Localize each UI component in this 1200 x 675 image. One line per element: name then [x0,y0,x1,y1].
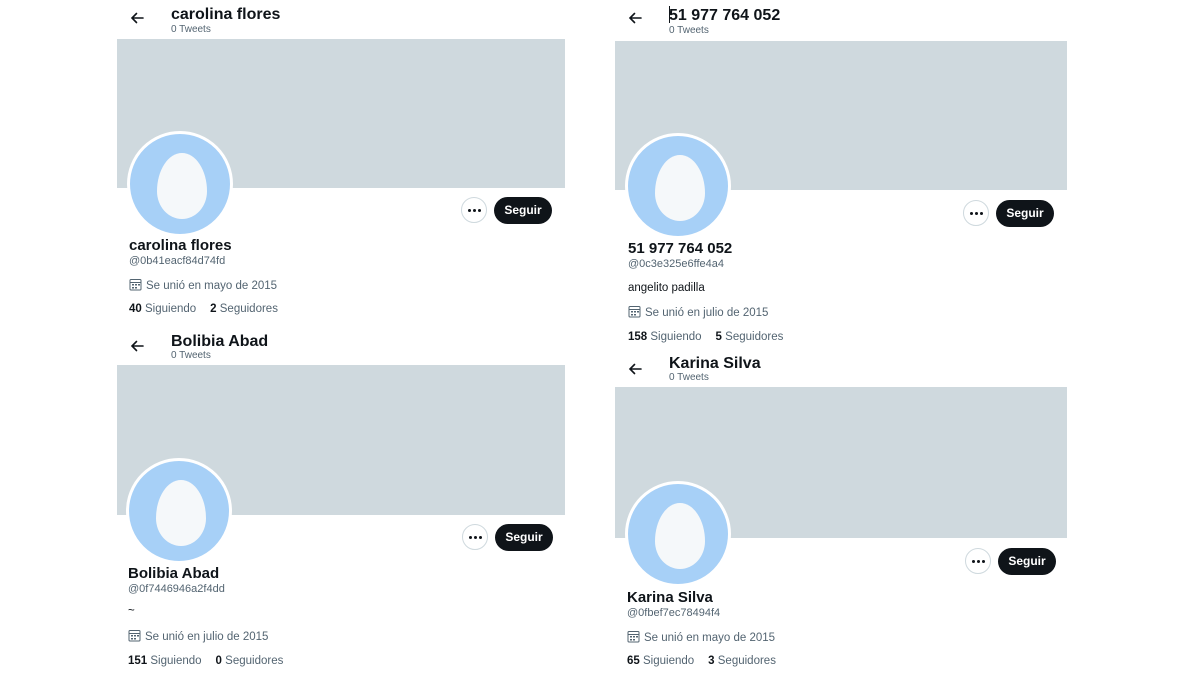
calendar-icon [129,279,142,291]
profile-joined-date: Se unió en mayo de 2015 [129,278,277,292]
more-options-button[interactable] [461,197,487,223]
profile-header-bar: Bolibia Abad 0 Tweets [117,327,565,367]
arrow-left-icon[interactable] [129,10,145,26]
follow-button[interactable]: Seguir [494,197,552,224]
following-label: Siguiendo [650,331,702,343]
following-count: 158 [628,331,648,343]
following-link[interactable]: 158 Siguiendo [628,331,702,343]
profile-stats: 151 Siguiendo 0 Seguidores [128,655,283,667]
followers-count: 0 [215,655,222,667]
avatar[interactable] [127,131,233,237]
more-horizontal-icon [982,560,985,563]
profile-joined-date: Se unió en mayo de 2015 [627,630,775,644]
more-horizontal-icon [970,212,973,215]
following-count: 65 [627,655,640,667]
followers-link[interactable]: 2 Seguidores [210,303,278,315]
followers-label: Seguidores [717,655,776,667]
following-count: 40 [129,303,142,315]
more-horizontal-icon [474,536,477,539]
followers-link[interactable]: 0 Seguidores [216,655,284,667]
avatar[interactable] [625,133,731,239]
followers-count: 2 [210,303,217,315]
profile-panel-carolina: carolina flores 0 Tweets Seguir carolina… [117,0,565,325]
default-egg-avatar-icon [157,153,207,219]
default-egg-avatar-icon [655,503,705,569]
followers-label: Seguidores [225,655,284,667]
arrow-left-icon[interactable] [627,361,643,377]
following-label: Siguiendo [145,303,197,315]
following-link[interactable]: 65 Siguiendo [627,655,694,667]
header-tweet-count: 0 Tweets [669,372,709,383]
followers-link[interactable]: 3 Seguidores [708,655,776,667]
calendar-icon [627,631,640,643]
profile-handle: @0c3e325e6ffe4a4 [628,258,724,270]
profile-stats: 158 Siguiendo 5 Seguidores [628,331,783,343]
joined-text: Se unió en mayo de 2015 [644,632,776,644]
calendar-icon [128,630,141,642]
profile-handle: @0b41eacf84d74fd [129,255,226,267]
profile-display-name: Karina Silva [627,589,713,606]
followers-label: Seguidores [219,303,278,315]
more-horizontal-icon [473,209,476,212]
joined-text: Se unió en julio de 2015 [145,631,269,643]
profile-stats: 40 Siguiendo 2 Seguidores [129,303,278,315]
profile-stats: 65 Siguiendo 3 Seguidores [627,655,776,667]
followers-label: Seguidores [725,331,784,343]
more-horizontal-icon [469,536,472,539]
header-tweet-count: 0 Tweets [669,25,709,36]
more-options-button[interactable] [965,548,991,574]
more-horizontal-icon [972,560,975,563]
profile-header-bar: 51 977 764 052 0 Tweets [615,0,1067,40]
profile-joined-date: Se unió en julio de 2015 [628,305,768,319]
header-tweet-count: 0 Tweets [171,24,211,35]
arrow-left-icon[interactable] [129,338,145,354]
follow-button[interactable]: Seguir [495,524,553,551]
following-link[interactable]: 40 Siguiendo [129,303,196,315]
profile-joined-date: Se unió en julio de 2015 [128,629,268,643]
more-options-button[interactable] [462,524,488,550]
followers-link[interactable]: 5 Seguidores [716,331,784,343]
header-display-name: Karina Silva [669,355,761,372]
profile-header-bar: carolina flores 0 Tweets [117,0,565,40]
joined-text: Se unió en julio de 2015 [645,307,769,319]
profile-panel-bolibia: Bolibia Abad 0 Tweets Seguir Bolibia Aba… [117,327,565,675]
more-horizontal-icon [468,209,471,212]
profile-display-name: 51 977 764 052 [628,240,733,257]
following-link[interactable]: 151 Siguiendo [128,655,202,667]
profile-panel-phone: 51 977 764 052 0 Tweets Seguir 51 977 76… [615,0,1067,350]
profile-bio: ~ [128,605,135,617]
follow-button[interactable]: Seguir [998,548,1056,575]
more-horizontal-icon [977,560,980,563]
calendar-icon [628,306,641,318]
more-options-button[interactable] [963,200,989,226]
header-display-name: 51 977 764 052 [669,7,781,24]
followers-count: 3 [708,655,715,667]
more-horizontal-icon [478,209,481,212]
arrow-left-icon[interactable] [627,10,643,26]
more-horizontal-icon [980,212,983,215]
profile-display-name: carolina flores [129,237,232,254]
default-egg-avatar-icon [156,480,206,546]
more-horizontal-icon [479,536,482,539]
avatar[interactable] [625,481,731,587]
profile-handle: @0fbef7ec78494f4 [627,607,721,619]
following-count: 151 [128,655,148,667]
avatar[interactable] [126,458,232,564]
header-tweet-count: 0 Tweets [171,350,211,361]
default-egg-avatar-icon [655,155,705,221]
profile-display-name: Bolibia Abad [128,565,220,582]
profile-panel-karina: Karina Silva 0 Tweets Seguir Karina Silv… [615,350,1067,675]
profile-handle: @0f7446946a2f4dd [128,583,225,595]
following-label: Siguiendo [643,655,695,667]
following-label: Siguiendo [150,655,202,667]
followers-count: 5 [715,331,722,343]
follow-button[interactable]: Seguir [996,200,1054,227]
profile-header-bar: Karina Silva 0 Tweets [615,350,1067,390]
profile-bio: angelito padilla [628,282,705,294]
header-display-name: Bolibia Abad [171,333,269,350]
more-horizontal-icon [975,212,978,215]
joined-text: Se unió en mayo de 2015 [146,280,278,292]
header-display-name: carolina flores [171,6,281,23]
